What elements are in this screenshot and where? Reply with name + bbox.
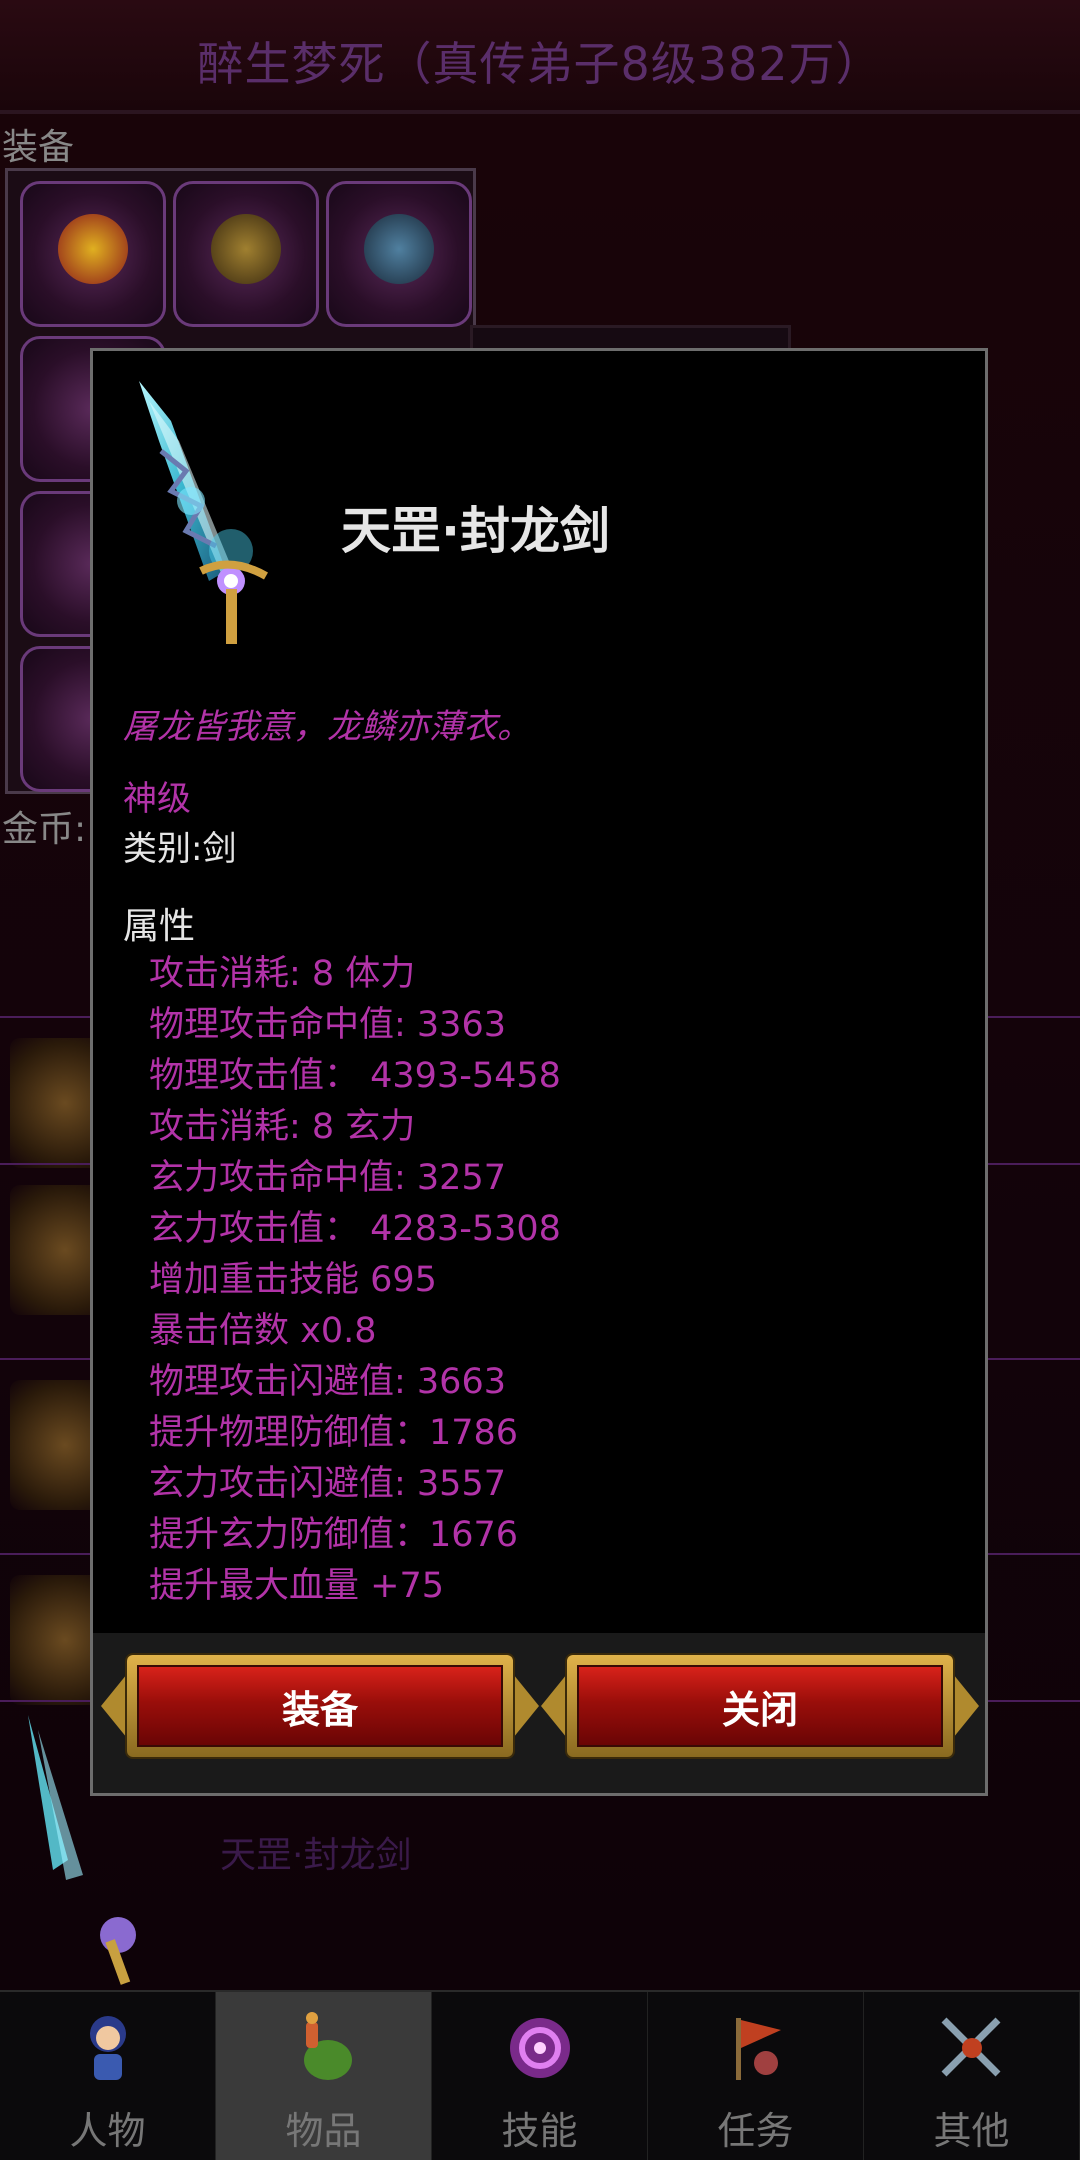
armor-icon xyxy=(211,214,281,284)
gold-label: 金币: xyxy=(2,809,87,850)
attribute-row: 物理攻击值： 4393-5458 xyxy=(149,1056,561,1096)
attribute-row: 攻击消耗: 8 玄力 xyxy=(149,1107,416,1147)
attribute-row: 玄力攻击命中值: 3257 xyxy=(149,1158,506,1198)
tab-quests[interactable]: 任务 xyxy=(648,1992,864,2160)
item-detail-modal: 天罡·封龙剑 屠龙皆我意，龙鳞亦薄衣。 神级 类别:剑 属性 攻击消耗: 8 体… xyxy=(90,348,988,1796)
page-title: 醉生梦死（真传弟子8级382万） xyxy=(197,37,883,91)
equip-slot-cloak[interactable] xyxy=(326,181,472,327)
tab-label: 人物 xyxy=(69,2109,146,2153)
tab-skills[interactable]: 技能 xyxy=(432,1992,648,2160)
attribute-row: 物理攻击闪避值: 3663 xyxy=(149,1362,506,1402)
attributes-list: 攻击消耗: 8 体力 物理攻击命中值: 3363 物理攻击值： 4393-545… xyxy=(149,949,561,1612)
item-name: 天罡·封龙剑 xyxy=(341,502,610,560)
attribute-row: 提升物理防御值：1786 xyxy=(149,1413,519,1453)
tab-label: 任务 xyxy=(717,2109,794,2153)
tab-items[interactable]: 物品 xyxy=(216,1992,432,2160)
sword-icon xyxy=(139,381,268,644)
cloak-icon xyxy=(364,214,434,284)
helmet-icon xyxy=(58,214,128,284)
equip-slot-armor[interactable] xyxy=(173,181,319,327)
equip-slot-helmet[interactable] xyxy=(20,181,166,327)
tab-label: 技能 xyxy=(501,2109,578,2153)
tab-character[interactable]: 人物 xyxy=(0,1992,216,2160)
skill-orb-icon xyxy=(510,2018,570,2078)
attribute-row: 玄力攻击值： 4283-5308 xyxy=(149,1209,561,1249)
attribute-row: 暴击倍数 x0.8 xyxy=(149,1311,377,1351)
attribute-row: 物理攻击命中值: 3363 xyxy=(149,1005,506,1045)
item-type: 类别:剑 xyxy=(123,829,237,869)
equip-button[interactable]: 装备 xyxy=(101,1655,539,1757)
quest-flag-icon xyxy=(736,2018,781,2080)
attribute-row: 玄力攻击闪避值: 3557 xyxy=(149,1464,506,1504)
equip-button-label: 装备 xyxy=(281,1687,358,1732)
equipment-section-label: 装备 xyxy=(2,127,75,168)
attribute-row: 提升玄力防御值：1676 xyxy=(149,1515,519,1555)
crossed-weapons-icon xyxy=(941,2017,1001,2077)
attribute-row: 攻击消耗: 8 体力 xyxy=(149,954,416,994)
attribute-row: 提升最大血量 +75 xyxy=(149,1566,444,1606)
tab-other[interactable]: 其他 xyxy=(864,1992,1080,2160)
modal-button-bar: 装备 关闭 xyxy=(93,1633,985,1793)
item-grade: 神级 xyxy=(123,779,191,819)
attribute-row: 增加重击技能 695 xyxy=(149,1260,437,1300)
header-bar: 醉生梦死（真传弟子8级382万） xyxy=(0,0,1080,114)
bottom-nav: 人物 物品 技能 任务 其他 xyxy=(0,1990,1080,2160)
close-button-label: 关闭 xyxy=(721,1687,798,1732)
item-flavor-text: 屠龙皆我意，龙鳞亦薄衣。 xyxy=(123,707,531,747)
tab-label: 其他 xyxy=(933,2109,1010,2153)
potion-bag-icon xyxy=(304,2012,352,2080)
character-icon xyxy=(90,2016,126,2080)
list-item-name: 天罡·封龙剑 xyxy=(220,1835,412,1876)
attributes-header: 属性 xyxy=(123,906,196,947)
tab-label: 物品 xyxy=(285,2109,362,2153)
close-button[interactable]: 关闭 xyxy=(541,1655,979,1757)
